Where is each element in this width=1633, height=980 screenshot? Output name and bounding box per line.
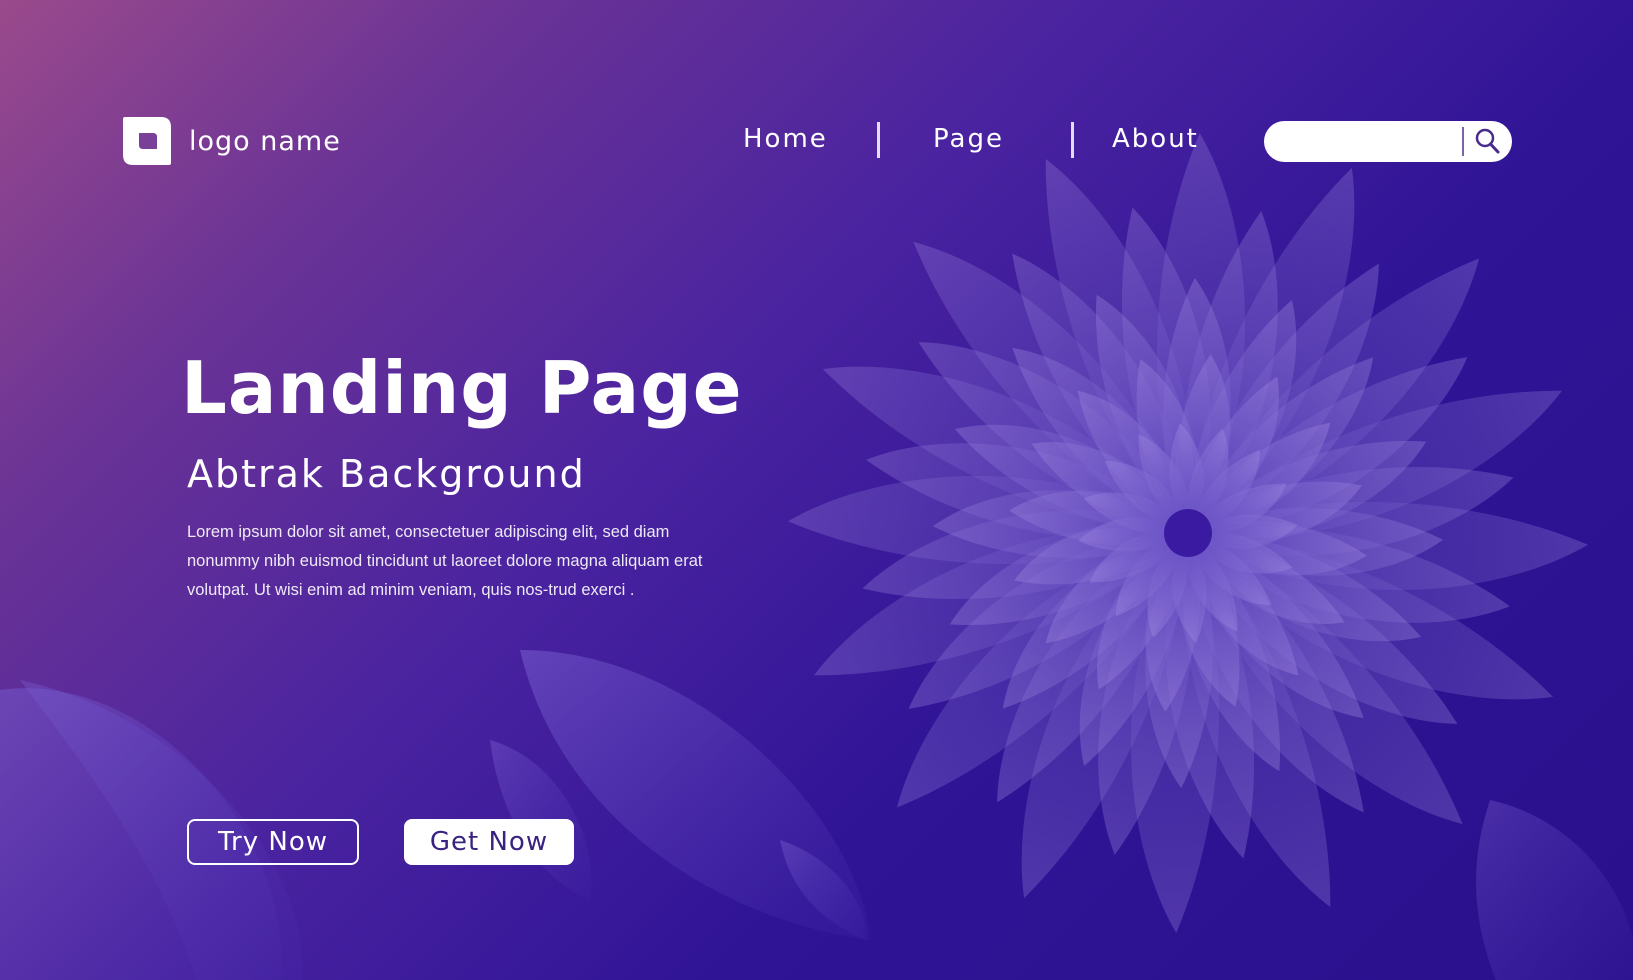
nav-about-link[interactable]: About: [1112, 124, 1199, 154]
search-input[interactable]: [1278, 126, 1472, 158]
search-divider: [1462, 127, 1464, 156]
search-icon[interactable]: [1472, 126, 1504, 158]
search-bar: [1264, 121, 1512, 162]
nav-page-link[interactable]: Page: [933, 124, 1004, 154]
decorative-flower: [788, 133, 1588, 933]
hero-description: Lorem ipsum dolor sit amet, consectetuer…: [187, 523, 703, 599]
hero-title: Landing Page: [181, 346, 743, 430]
try-now-button[interactable]: Try Now: [187, 819, 359, 865]
decorative-leaves-right: [1476, 800, 1633, 980]
hero-subtitle: Abtrak Background: [187, 452, 586, 496]
nav-home-link[interactable]: Home: [743, 124, 828, 154]
nav-divider: [1071, 122, 1074, 158]
decorative-leaves-left: [0, 650, 870, 980]
nav-divider: [877, 122, 880, 158]
get-now-button[interactable]: Get Now: [404, 819, 574, 865]
